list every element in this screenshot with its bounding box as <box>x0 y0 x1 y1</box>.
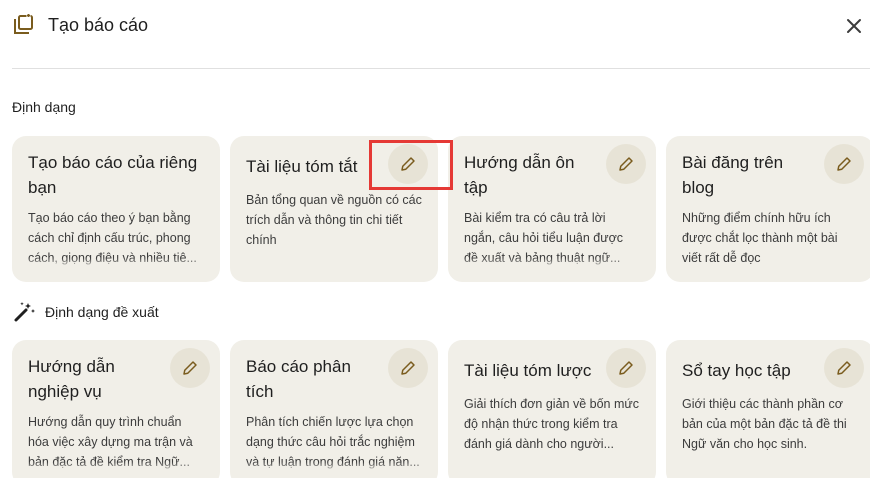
dialog-header: Tạo báo cáo <box>0 0 870 56</box>
header-divider <box>12 68 870 69</box>
card-description: Giới thiệu các thành phần cơ bản của một… <box>682 397 847 451</box>
create-report-dialog: Tạo báo cáo Định dạng Tạo báo cáo của ri… <box>0 0 870 478</box>
format-card-briefing-doc[interactable]: Tài liệu tóm tắt Bản tổng quan về nguồn … <box>230 136 438 282</box>
pencil-icon <box>837 157 851 171</box>
edit-button[interactable] <box>824 144 864 184</box>
close-button[interactable] <box>840 12 868 40</box>
suggested-label-text: Định dạng đề xuất <box>45 304 159 320</box>
pencil-icon <box>837 361 851 375</box>
card-description: Những điểm chính hữu ích được chắt lọc t… <box>682 211 838 265</box>
card-description: Giải thích đơn giản về bốn mức độ nhận t… <box>464 397 639 451</box>
format-card-custom-report[interactable]: Tạo báo cáo của riêng bạn Tạo báo cáo th… <box>12 136 220 282</box>
card-title: Tạo báo cáo của riêng bạn <box>28 153 198 197</box>
card-title: Tài liệu tóm tắt <box>246 157 358 176</box>
report-add-icon <box>11 13 35 37</box>
suggested-section-label: Định dạng đề xuất <box>12 300 159 324</box>
card-title: Tài liệu tóm lược <box>464 361 592 380</box>
dialog-title: Tạo báo cáo <box>48 15 149 35</box>
card-title: Hướng dẫn nghiệp vụ <box>28 357 115 401</box>
suggested-card-summary-doc[interactable]: Tài liệu tóm lược Giải thích đơn giản về… <box>448 340 656 478</box>
edit-button[interactable] <box>606 348 646 388</box>
close-icon <box>847 19 861 33</box>
edit-button[interactable] <box>388 144 428 184</box>
pencil-icon <box>183 361 197 375</box>
pencil-icon <box>401 361 415 375</box>
pencil-icon <box>401 157 415 171</box>
suggested-card-study-handbook[interactable]: Sổ tay học tập Giới thiệu các thành phần… <box>666 340 870 478</box>
card-title: Hướng dẫn ôn tập <box>464 153 575 197</box>
edit-button[interactable] <box>606 144 646 184</box>
edit-button[interactable] <box>388 348 428 388</box>
formats-section-label: Định dạng <box>12 99 76 115</box>
edit-button[interactable] <box>170 348 210 388</box>
card-description: Phân tích chiến lược lựa chọn dạng thức … <box>246 412 422 472</box>
card-description: Hướng dẫn quy trình chuẩn hóa việc xây d… <box>28 412 204 472</box>
card-description: Bản tổng quan về nguồn có các trích dẫn … <box>246 193 422 247</box>
card-title: Bài đăng trên blog <box>682 153 784 197</box>
pencil-icon <box>619 361 633 375</box>
format-card-blog-post[interactable]: Bài đăng trên blog Những điểm chính hữu … <box>666 136 870 282</box>
format-card-study-guide[interactable]: Hướng dẫn ôn tập Bài kiểm tra có câu trả… <box>448 136 656 282</box>
magic-wand-icon <box>12 300 36 324</box>
card-description: Bài kiểm tra có câu trả lời ngắn, câu hỏ… <box>464 208 640 268</box>
card-title: Báo cáo phân tích <box>246 357 351 401</box>
suggested-card-analysis-report[interactable]: Báo cáo phân tích Phân tích chiến lược l… <box>230 340 438 478</box>
edit-button[interactable] <box>824 348 864 388</box>
suggested-card-professional-guide[interactable]: Hướng dẫn nghiệp vụ Hướng dẫn quy trình … <box>12 340 220 478</box>
card-description: Tạo báo cáo theo ý bạn bằng cách chỉ địn… <box>28 208 204 268</box>
card-title: Sổ tay học tập <box>682 361 791 380</box>
pencil-icon <box>619 157 633 171</box>
